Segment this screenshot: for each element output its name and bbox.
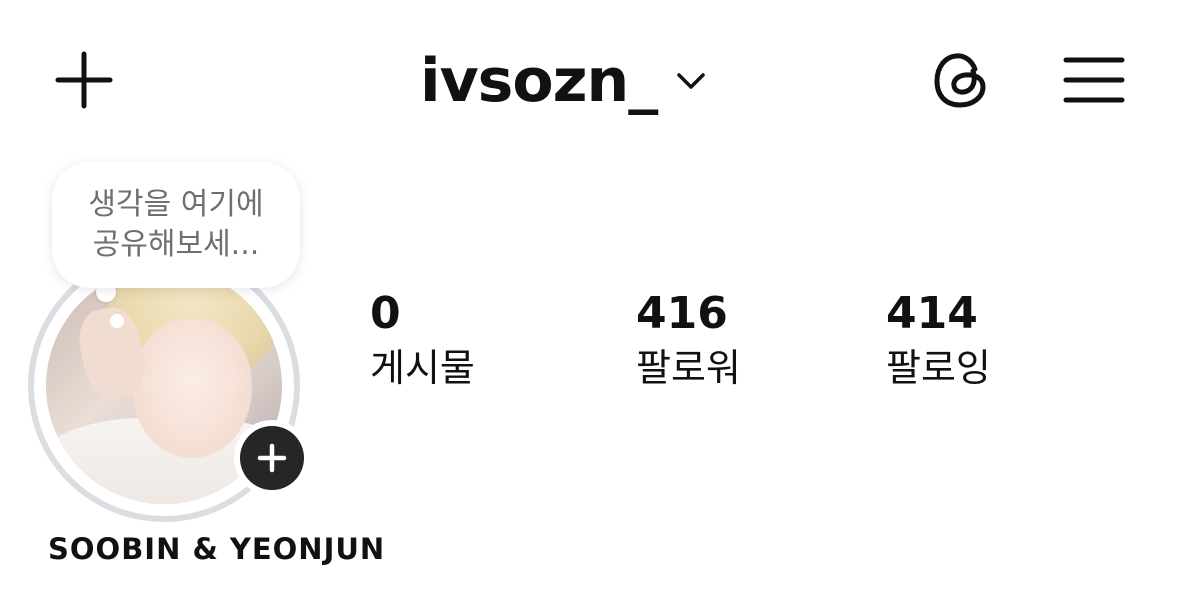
chevron-down-icon <box>677 73 705 89</box>
threads-button[interactable] <box>922 40 1002 120</box>
following-count-label: 팔로잉 <box>886 346 991 390</box>
posts-count-value: 0 <box>370 288 401 339</box>
followers-count-label: 팔로워 <box>636 346 741 390</box>
note-bubble-tail-small <box>110 314 124 328</box>
plus-icon <box>55 51 113 109</box>
note-placeholder-line-1: 생각을 여기에 <box>88 187 264 222</box>
followers-count-value: 416 <box>636 288 728 339</box>
followers-count[interactable]: 416 팔로워 <box>636 286 741 394</box>
add-story-button[interactable] <box>234 420 310 496</box>
posts-count-label: 게시물 <box>370 346 475 390</box>
account-switcher[interactable]: ivsozn_ <box>420 36 709 126</box>
hamburger-menu-icon <box>1063 57 1125 103</box>
following-count-value: 414 <box>886 288 978 339</box>
posts-count[interactable]: 0 게시물 <box>370 286 475 394</box>
username-title: ivsozn_ <box>420 46 658 116</box>
profile-display-name: SOOBIN & YEONJUN <box>48 532 386 566</box>
note-bubble[interactable]: 생각을 여기에 공유해보세... <box>52 162 300 288</box>
create-post-button[interactable] <box>44 40 124 120</box>
threads-icon <box>934 53 986 108</box>
note-placeholder-line-2: 공유해보세... <box>92 227 260 262</box>
menu-button[interactable] <box>1054 40 1134 120</box>
top-navigation-bar: ivsozn_ <box>0 0 1177 160</box>
plus-icon <box>257 443 287 473</box>
following-count[interactable]: 414 팔로잉 <box>886 286 991 394</box>
